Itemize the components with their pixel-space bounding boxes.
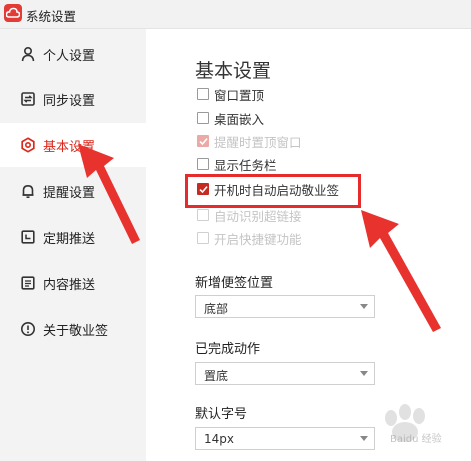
- sidebar-item-label: 个人设置: [43, 49, 96, 64]
- checkbox-label: 开启快捷键功能: [214, 232, 302, 247]
- checkbox-box: [197, 209, 209, 221]
- checkbox-box: [197, 232, 209, 244]
- info-icon: [21, 322, 35, 336]
- completed-action-label: 已完成动作: [195, 342, 261, 357]
- checkbox-label: 开机时自动启动敬业签: [214, 183, 340, 198]
- sidebar-item-personal[interactable]: 个人设置: [0, 32, 146, 76]
- sidebar-item-label: 内容推送: [43, 278, 96, 293]
- new-note-position-select[interactable]: 底部: [195, 295, 375, 318]
- sidebar: 个人设置 同步设置 基本设置 提醒设置 定期推送 内容推送 关于敬业签: [0, 29, 146, 461]
- sidebar-item-scheduled-push[interactable]: 定期推送: [0, 215, 146, 259]
- chevron-down-icon: [360, 371, 368, 376]
- settings-panel: 基本设置 窗口置顶 桌面嵌入 提醒时置顶窗口 显示任务栏 开机时自动启动敬业签 …: [146, 29, 471, 461]
- sidebar-item-label: 基本设置: [43, 140, 96, 155]
- checkbox-box: [197, 135, 209, 147]
- sidebar-item-about[interactable]: 关于敬业签: [0, 307, 146, 351]
- person-icon: [21, 46, 35, 62]
- window-title: 系统设置: [26, 9, 77, 24]
- sidebar-item-reminder[interactable]: 提醒设置: [0, 169, 146, 213]
- page-title: 基本设置: [195, 60, 272, 82]
- chevron-down-icon: [360, 304, 368, 309]
- document-icon: [21, 276, 35, 290]
- watermark-text: Baidu 经验: [390, 434, 442, 445]
- checkbox-label: 桌面嵌入: [214, 112, 265, 127]
- bell-icon: [22, 184, 34, 198]
- sidebar-item-content-push[interactable]: 内容推送: [0, 261, 146, 305]
- checkbox-label: 提醒时置顶窗口: [214, 135, 302, 150]
- checkbox-label: 窗口置顶: [214, 88, 265, 103]
- new-note-position-label: 新增便签位置: [195, 276, 274, 291]
- sidebar-item-label: 提醒设置: [43, 186, 96, 201]
- checkbox-label: 自动识别超链接: [214, 209, 302, 224]
- default-font-size-select[interactable]: 14px: [195, 427, 375, 450]
- checkbox-box[interactable]: [197, 88, 209, 100]
- sidebar-item-sync[interactable]: 同步设置: [0, 77, 146, 121]
- settings-icon: [21, 137, 35, 153]
- calendar-icon: [21, 230, 35, 244]
- title-bar: 系统设置: [0, 0, 471, 29]
- sidebar-item-basic[interactable]: 基本设置: [0, 123, 146, 167]
- chevron-down-icon: [360, 436, 368, 441]
- sidebar-item-label: 关于敬业签: [43, 324, 109, 339]
- checkbox-box[interactable]: [197, 183, 209, 195]
- sync-icon: [21, 92, 35, 106]
- completed-action-select[interactable]: 置底: [195, 362, 375, 385]
- checkbox-box[interactable]: [197, 112, 209, 124]
- checkbox-box[interactable]: [197, 158, 209, 170]
- select-value: 底部: [204, 302, 229, 316]
- select-value: 置底: [204, 369, 229, 383]
- sidebar-item-label: 定期推送: [43, 232, 96, 247]
- cloud-logo-icon: [4, 4, 22, 22]
- checkbox-label: 显示任务栏: [214, 158, 277, 173]
- sidebar-item-label: 同步设置: [43, 94, 96, 109]
- select-value: 14px: [204, 432, 234, 446]
- default-font-size-label: 默认字号: [195, 407, 248, 422]
